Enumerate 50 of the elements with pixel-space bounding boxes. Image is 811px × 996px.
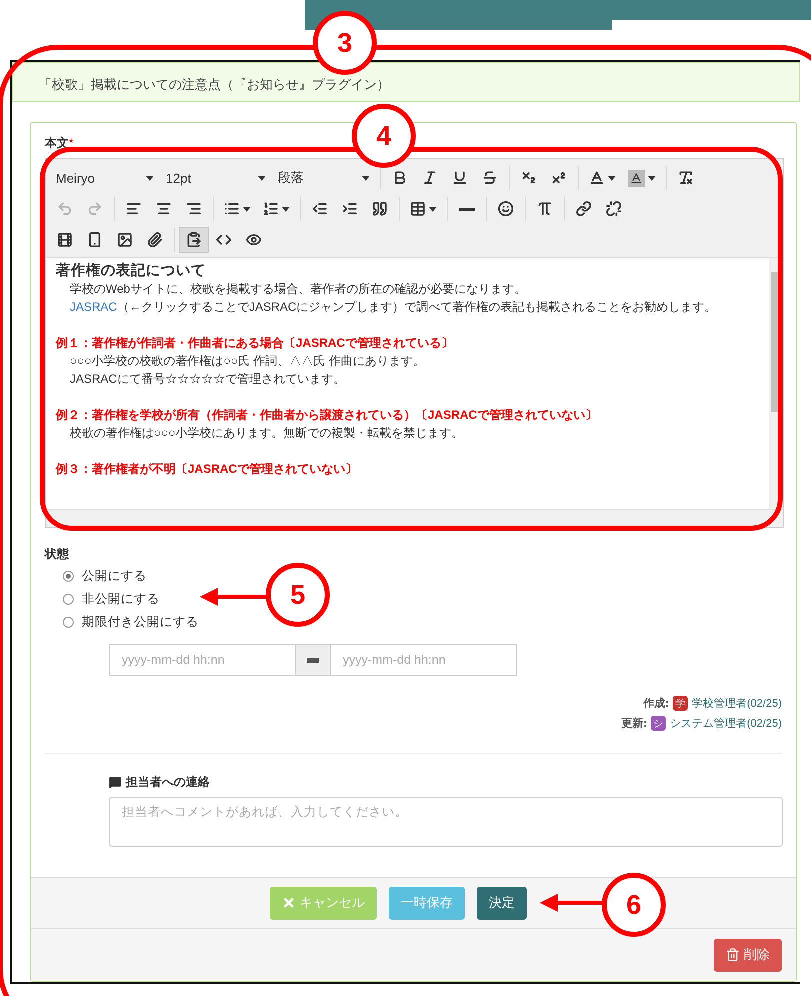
- pointer-arrow: [540, 893, 604, 913]
- toolbar-dropdown[interactable]: Meiryo: [50, 166, 160, 190]
- example-heading: 例１：著作権が作詞者・作曲者にある場合〔JASRACで管理されている〕: [56, 335, 454, 352]
- caret-icon: [258, 176, 266, 180]
- panel-title: 「校歌」掲載についての注意点（『お知らせ』プラグイン）: [39, 76, 390, 94]
- content-text: ○○○小学校の校歌の著作権は○○氏 作詞、△△氏 作曲にあります。: [69, 353, 426, 370]
- status-radio[interactable]: 非公開にする: [63, 590, 160, 609]
- content-text: 学校のWebサイトに、校歌を掲載する場合、著作者の所在の確認が必要になります。: [69, 281, 528, 298]
- body-label: 本文*: [45, 135, 74, 152]
- jasrac-link[interactable]: JASRAC: [70, 300, 118, 314]
- comment-icon: [109, 776, 122, 789]
- radio-button[interactable]: [63, 571, 74, 582]
- radio-button[interactable]: [63, 594, 74, 605]
- caret-icon: [608, 176, 616, 180]
- content-heading: 著作権の表記について: [56, 262, 207, 280]
- comment-field[interactable]: 担当者へコメントがあれば、入力してください。: [109, 797, 783, 847]
- toolbar-button[interactable]: [179, 227, 209, 253]
- meta-label: 更新:: [621, 716, 648, 731]
- caret-icon: [282, 206, 290, 212]
- caret-icon: [429, 206, 437, 212]
- example-heading: 例３：著作権者が不明〔JASRACで管理されていない〕: [56, 461, 358, 478]
- close-icon: [282, 896, 296, 910]
- status-label: 状態: [45, 546, 69, 563]
- user-avatar: シ: [651, 716, 666, 731]
- content-text: JASRAC（←クリックすることでJASRACにジャンプします）で調べて著作権の表記も掲載されることをお勧めします。: [69, 299, 718, 316]
- toolbar-dropdown[interactable]: 12pt: [160, 166, 272, 190]
- caret-icon: [362, 176, 370, 180]
- user-link[interactable]: 学校管理者(02/25): [692, 696, 782, 711]
- delete-button[interactable]: 削除: [714, 938, 782, 972]
- dash-icon: [307, 658, 319, 662]
- meta-label: 作成:: [643, 696, 670, 711]
- comment-label: 担当者への連絡: [126, 774, 210, 791]
- example-heading: 例２：著作権を学校が所有（作詞者・作曲者から譲渡されている）〔JASRACで管理されていない〕: [56, 407, 598, 424]
- submit-button[interactable]: 決定: [477, 886, 527, 920]
- start-date-field[interactable]: yyyy-mm-dd hh:nn: [109, 644, 296, 676]
- trash-icon: [726, 948, 740, 962]
- radio-button[interactable]: [63, 617, 74, 628]
- pointer-arrow: [200, 587, 268, 607]
- user-link[interactable]: システム管理者(02/25): [670, 716, 782, 731]
- caret-icon: [243, 206, 251, 212]
- caret-icon: [146, 176, 154, 180]
- step-number: 5: [266, 563, 330, 627]
- caret-icon: [648, 176, 656, 180]
- user-avatar: 学: [673, 696, 688, 711]
- toolbar-dropdown[interactable]: 段落: [272, 166, 376, 190]
- status-radio[interactable]: 公開にする: [63, 567, 147, 586]
- content-text: JASRACにて番号☆☆☆☆☆で管理されています。: [69, 371, 346, 388]
- status-radio[interactable]: 期限付き公開にする: [63, 613, 199, 632]
- end-date-field[interactable]: yyyy-mm-dd hh:nn: [330, 644, 517, 676]
- content-text: 校歌の著作権は○○○小学校にあります。無断での複製・転載を禁じます。: [69, 425, 465, 442]
